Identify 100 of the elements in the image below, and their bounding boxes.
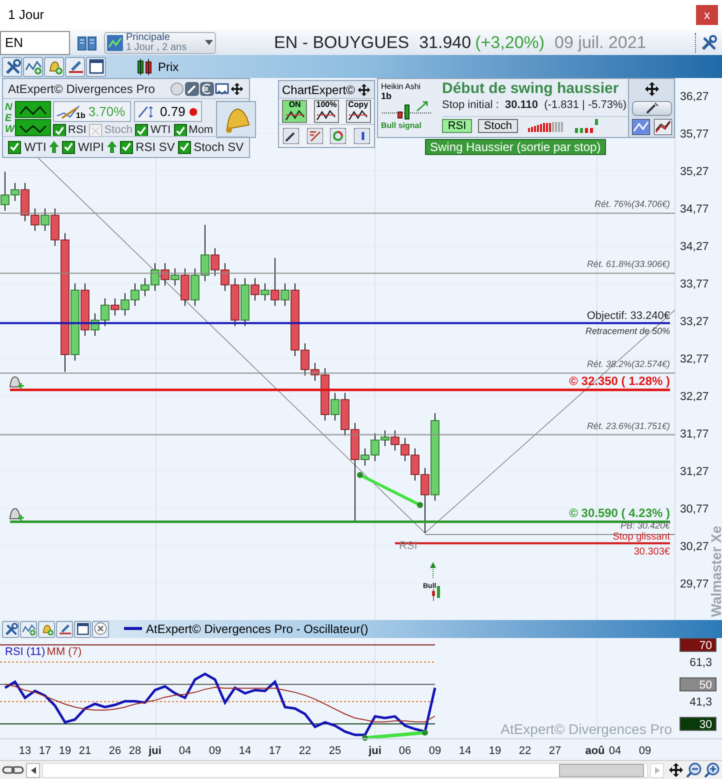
refresh-icon[interactable]: [330, 128, 346, 144]
axis-label: 33,27: [680, 316, 709, 328]
status-badge: Swing Haussier (sortie par stop): [425, 139, 606, 155]
date-label: 21: [78, 745, 92, 757]
panel-title: AtExpert© Divergences Pro: [8, 80, 155, 98]
bell-add-button[interactable]: [44, 56, 64, 76]
wrench-icon[interactable]: [185, 82, 199, 96]
info-icon[interactable]: [354, 128, 370, 144]
move-icon[interactable]: [230, 82, 244, 96]
bell-icon[interactable]: [10, 508, 25, 522]
tool-button[interactable]: 100%: [314, 100, 339, 123]
alert-label: © 30.590 ( 4.23% ): [569, 506, 670, 520]
threshold-box[interactable]: 1b 3.70%: [53, 101, 131, 122]
axis-label: 33,77: [680, 278, 709, 290]
candle: [130, 282, 140, 306]
move-icon[interactable]: [668, 762, 684, 778]
alert-button[interactable]: [216, 101, 256, 138]
wave-add-icon: [22, 622, 36, 636]
date-label: 04: [178, 745, 192, 757]
checkbox[interactable]: [53, 124, 66, 137]
bell-add-button[interactable]: [38, 620, 55, 638]
layout-dropdown[interactable]: Principale 1 Jour , 2 ans: [104, 32, 216, 54]
date-label: 09: [428, 745, 442, 757]
close-button[interactable]: x: [696, 5, 718, 25]
tool-button[interactable]: ON: [282, 100, 308, 123]
series-label: RSI (11): [5, 646, 46, 658]
date-label: 28: [128, 745, 142, 757]
checkbox-label: RSI SV: [136, 139, 175, 156]
axis-label: 32,77: [680, 353, 709, 366]
ratio-box[interactable]: 0.79: [134, 101, 202, 122]
checkbox[interactable]: [89, 124, 102, 137]
chart-icon[interactable]: [654, 119, 672, 135]
target-note: Retracement de 50%: [585, 326, 670, 336]
tool-button[interactable]: Copy: [346, 100, 371, 123]
axis-label: 30,27: [680, 540, 709, 553]
move-icon[interactable]: [644, 81, 660, 97]
checkbox[interactable]: [135, 124, 148, 137]
window-button[interactable]: [74, 620, 91, 638]
axis-label: 30,77: [680, 503, 709, 516]
pen-button[interactable]: [65, 56, 85, 76]
filter-button[interactable]: RSI: [442, 119, 472, 133]
zoom-out-icon[interactable]: [686, 762, 702, 778]
window-button[interactable]: [86, 56, 106, 76]
move-icon[interactable]: [357, 82, 371, 96]
wave-icon: [19, 104, 47, 116]
chart-icon: [107, 34, 123, 50]
checkbox[interactable]: [174, 124, 187, 137]
screen-icon[interactable]: [215, 82, 229, 96]
wave-add-button[interactable]: [23, 56, 43, 76]
threshold-value: 3.70%: [88, 102, 126, 121]
scroll-thumb[interactable]: [559, 764, 644, 776]
book-icon[interactable]: [76, 34, 98, 52]
edit-icon[interactable]: [306, 128, 323, 144]
checkbox[interactable]: [8, 140, 22, 154]
tools-button[interactable]: [2, 56, 22, 76]
window-icon: [88, 58, 104, 75]
tool-button[interactable]: [632, 100, 672, 116]
date-label: 22: [298, 745, 312, 757]
symbol-name: EN - BOUYGUES: [274, 32, 410, 54]
checkbox[interactable]: [120, 140, 133, 154]
scroll-left-button[interactable]: [26, 762, 40, 778]
checkbox-label: Stoch SV: [194, 139, 244, 156]
checkbox[interactable]: [62, 140, 75, 154]
settings-icon[interactable]: [700, 34, 718, 52]
bars-icon: [575, 119, 599, 133]
tools-button[interactable]: [2, 620, 19, 638]
date-label: 19: [58, 745, 72, 757]
stop-value: 30.303€: [634, 546, 670, 558]
wave-button[interactable]: [15, 101, 51, 118]
checkbox[interactable]: [178, 140, 191, 154]
chart-icon[interactable]: [632, 119, 650, 135]
pick-icon[interactable]: [282, 128, 299, 144]
divergence-line: [357, 472, 423, 508]
candle: [390, 430, 400, 452]
wand-icon: [644, 102, 658, 114]
link-icon[interactable]: [2, 764, 24, 776]
symbol-field[interactable]: EN: [0, 30, 70, 54]
scroll-track[interactable]: [42, 762, 648, 778]
close-button[interactable]: [92, 620, 109, 638]
pen-button[interactable]: [56, 620, 73, 638]
filter-button[interactable]: Stoch: [478, 119, 518, 133]
price-change: (+3,20%): [475, 32, 545, 54]
euro-icon[interactable]: [200, 82, 214, 96]
letter-label: N: [5, 102, 13, 113]
tools-icon: [4, 622, 18, 636]
checkbox-label: WIPI: [78, 139, 104, 156]
vertical-label: Walmaster Xe: [708, 526, 722, 617]
date-label: 17: [268, 745, 282, 757]
quote-date: 09 juil. 2021: [554, 32, 646, 54]
checkbox-label: Stoch: [104, 124, 132, 137]
level-label: Rét. 61.8%(33.906€): [586, 259, 670, 270]
date-label: 09: [208, 745, 222, 757]
strength-meter: [528, 120, 563, 132]
axis-label: 36,27: [680, 91, 709, 103]
wave-button[interactable]: [15, 119, 51, 136]
right-arrow-icon: [654, 766, 660, 774]
date-label: 13: [18, 745, 32, 757]
zoom-in-icon[interactable]: [704, 762, 720, 778]
wave-add-button[interactable]: [20, 620, 37, 638]
bell-icon[interactable]: [10, 376, 25, 390]
